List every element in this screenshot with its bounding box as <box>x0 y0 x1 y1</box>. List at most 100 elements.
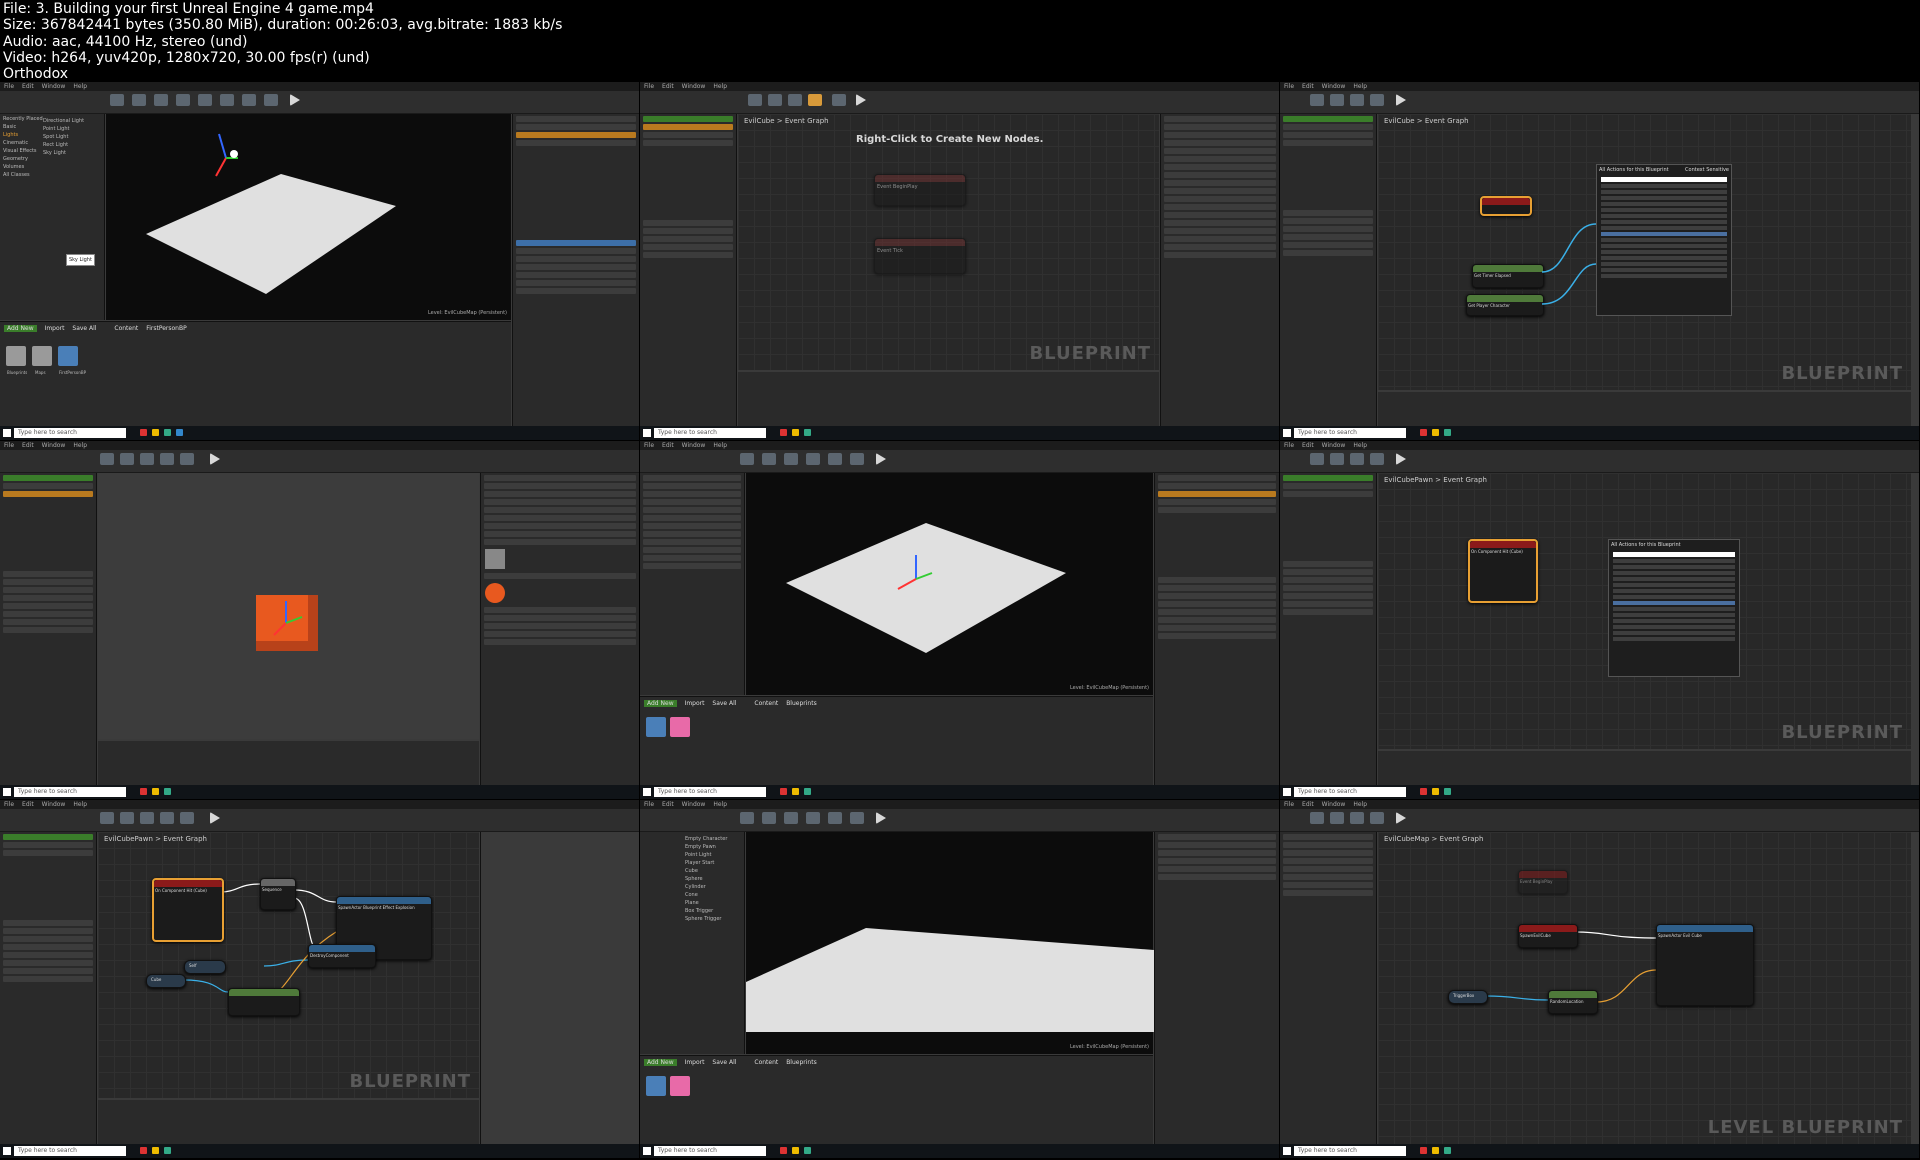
save-icon[interactable] <box>768 94 782 106</box>
browse-icon[interactable] <box>788 94 802 106</box>
app-icon[interactable] <box>792 1147 799 1154</box>
content-icon[interactable] <box>762 812 776 824</box>
menu-item-selected[interactable] <box>1613 601 1735 605</box>
defaults-icon[interactable] <box>180 812 194 824</box>
place-item[interactable]: Empty Pawn <box>685 844 739 850</box>
save-icon[interactable] <box>120 812 134 824</box>
play-icon[interactable] <box>876 812 886 824</box>
place-item[interactable]: Plane <box>685 900 739 906</box>
trigger-box-node[interactable]: TriggerBox <box>1448 990 1488 1004</box>
light-item[interactable]: Sky Light <box>43 150 99 156</box>
taskbar-search-input[interactable]: Type here to search <box>654 1146 766 1156</box>
compile-icon[interactable] <box>1310 94 1324 106</box>
windows-start-icon[interactable] <box>1283 1147 1291 1155</box>
app-icon[interactable] <box>792 788 799 795</box>
spawn-evil-cube-event-node[interactable]: SpawnEvilCube <box>1518 924 1578 948</box>
app-icon[interactable] <box>140 429 147 436</box>
play-icon[interactable] <box>856 94 866 106</box>
event-begin-play-node[interactable]: Event BeginPlay <box>1518 870 1568 894</box>
app-icon[interactable] <box>780 788 787 795</box>
blueprints-icon[interactable] <box>220 94 234 106</box>
on-component-hit-node[interactable]: On Component Hit (Cube) <box>152 878 224 942</box>
save-all-button[interactable]: Save All <box>72 325 96 332</box>
play-icon[interactable] <box>1396 94 1406 106</box>
blueprint-asset-icon[interactable] <box>58 346 78 366</box>
compile-icon[interactable] <box>748 94 762 106</box>
context-sensitive-checkbox[interactable]: Context Sensitive <box>1685 167 1729 173</box>
play-icon[interactable] <box>210 453 220 465</box>
class-settings-icon[interactable] <box>160 812 174 824</box>
self-node[interactable]: Self <box>184 960 226 974</box>
compile-icon[interactable] <box>100 812 114 824</box>
folder-icon[interactable] <box>32 346 52 366</box>
add-component-button[interactable] <box>1283 475 1373 481</box>
transform-gizmo[interactable] <box>98 473 478 733</box>
app-icon[interactable] <box>1432 788 1439 795</box>
add-component-button[interactable] <box>3 834 93 840</box>
place-item[interactable]: Empty Character <box>685 836 739 842</box>
app-icon[interactable] <box>152 788 159 795</box>
source-control-icon[interactable] <box>132 94 146 106</box>
on-component-hit-node[interactable]: On Component Hit (Cube) <box>1468 539 1538 603</box>
compile-icon[interactable] <box>100 453 114 465</box>
taskbar-search-input[interactable]: Type here to search <box>654 787 766 797</box>
app-icon[interactable] <box>1420 1147 1427 1154</box>
compile-icon[interactable] <box>1310 453 1324 465</box>
app-icon[interactable] <box>780 1147 787 1154</box>
light-item[interactable]: Point Light <box>43 126 99 132</box>
class-settings-icon[interactable] <box>1370 94 1384 106</box>
app-icon[interactable] <box>1420 429 1427 436</box>
windows-start-icon[interactable] <box>3 429 11 437</box>
sequence-node[interactable]: Sequence <box>260 878 296 910</box>
play-icon[interactable] <box>290 94 300 106</box>
material-asset-icon[interactable] <box>670 717 690 737</box>
save-icon[interactable] <box>110 94 124 106</box>
add-component-button[interactable] <box>1283 116 1373 122</box>
play-icon[interactable] <box>876 453 886 465</box>
cube-variable-node[interactable]: Cube <box>146 974 186 988</box>
cube-component-row[interactable] <box>3 491 93 497</box>
app-icon[interactable] <box>804 1147 811 1154</box>
add-component-button[interactable] <box>643 116 733 122</box>
taskbar-search-input[interactable]: Type here to search <box>14 428 126 438</box>
app-icon[interactable] <box>140 788 147 795</box>
event-graph[interactable]: EvilCubePawn > Event Graph On Component … <box>1378 473 1911 749</box>
place-item[interactable]: Sphere Trigger <box>685 916 739 922</box>
build-icon[interactable] <box>264 94 278 106</box>
place-category[interactable]: Volumes <box>3 164 101 170</box>
gizmo-z-axis[interactable] <box>218 133 227 159</box>
app-icon[interactable] <box>792 429 799 436</box>
marketplace-icon[interactable] <box>784 453 798 465</box>
spawn-actor-node[interactable]: SpawnActor Evil Cube <box>1656 924 1754 1006</box>
app-icon[interactable] <box>176 429 183 436</box>
menu-item-selected[interactable] <box>1601 232 1727 236</box>
content-icon[interactable] <box>762 453 776 465</box>
save-icon[interactable] <box>1330 453 1344 465</box>
get-location-node[interactable] <box>228 988 300 1016</box>
import-button[interactable]: Import <box>685 1059 705 1066</box>
marketplace-icon[interactable] <box>784 812 798 824</box>
light-item[interactable]: Directional Light <box>43 118 99 124</box>
marketplace-icon[interactable] <box>176 94 190 106</box>
level-viewport[interactable]: Level: EvilCubeMap (Persistent) <box>106 114 511 320</box>
random-location-node[interactable]: RandomLocation <box>1548 990 1598 1014</box>
breadcrumb-content[interactable]: Content <box>114 325 138 332</box>
add-new-button[interactable]: Add New <box>644 1059 677 1066</box>
app-icon[interactable] <box>804 788 811 795</box>
app-icon[interactable] <box>1432 429 1439 436</box>
place-item[interactable]: Point Light <box>685 852 739 858</box>
breadcrumb-folder[interactable]: Blueprints <box>786 700 817 707</box>
save-all-button[interactable]: Save All <box>712 700 736 707</box>
build-icon[interactable] <box>850 453 864 465</box>
save-icon[interactable] <box>120 453 134 465</box>
event-graph[interactable]: EvilCube > Event Graph Get Timer Elapsed… <box>1378 114 1911 390</box>
light-icon[interactable] <box>230 150 238 158</box>
save-icon[interactable] <box>1330 94 1344 106</box>
settings-icon[interactable] <box>198 94 212 106</box>
place-item[interactable]: Cube <box>685 868 739 874</box>
cinematics-icon[interactable] <box>242 94 256 106</box>
add-component-button[interactable] <box>3 475 93 481</box>
app-icon[interactable] <box>140 1147 147 1154</box>
add-component-row[interactable] <box>516 240 636 246</box>
outliner-selected-row[interactable] <box>516 132 636 138</box>
